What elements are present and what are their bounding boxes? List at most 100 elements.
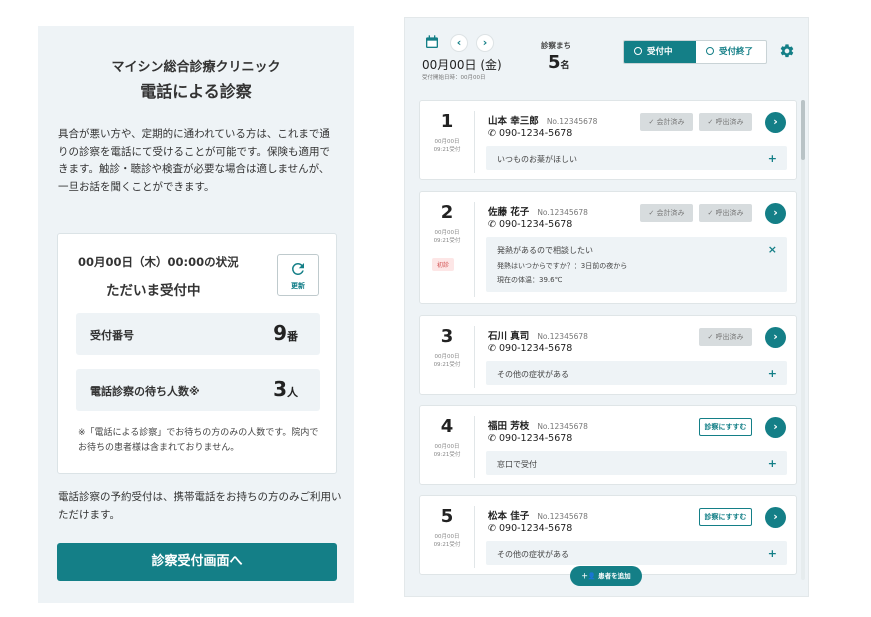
- reception-start-date: 受付開始日時：00月00日: [422, 75, 486, 81]
- called-button[interactable]: ✓ 呼出済み: [699, 204, 752, 222]
- status-datetime: 00月00日（木）00:00の状況: [78, 255, 239, 269]
- waiting-number: 3人: [273, 377, 298, 401]
- divider: [474, 111, 475, 173]
- arrow-right-icon: ›: [773, 330, 778, 343]
- patient-card[interactable]: 1 00月00日 09:21受付 山本 幸三郎 No.12345678 ✆ 090-…: [419, 100, 797, 180]
- check-icon: ✓: [648, 209, 657, 217]
- open-patient-button[interactable]: ›: [765, 417, 786, 438]
- reception-time: 00月00日 09:21受付: [433, 444, 461, 458]
- waiting-label: 診察まち: [541, 41, 571, 50]
- divider: [474, 202, 475, 297]
- open-patient-button[interactable]: ›: [765, 203, 786, 224]
- open-patient-button[interactable]: ›: [765, 507, 786, 528]
- refresh-label: 更新: [291, 282, 305, 290]
- chevron-right-icon: ›: [482, 36, 488, 49]
- patient-name: 山本 幸三郎 No.12345678: [488, 116, 598, 127]
- reception-time: 00月00日 09:21受付: [433, 230, 461, 244]
- called-button[interactable]: ✓ 呼出済み: [699, 328, 752, 346]
- phone-icon: ✆: [488, 433, 499, 444]
- queue-number: 2: [440, 202, 454, 223]
- phone-icon: ✆: [488, 343, 499, 354]
- patient-card[interactable]: 5 00月00日 09:21受付 松本 佳子 No.12345678 ✆ 090-1…: [419, 495, 797, 575]
- paid-button[interactable]: ✓ 会計済み: [640, 204, 693, 222]
- phone-icon: ✆: [488, 128, 499, 139]
- patient-phone: ✆ 090-1234-5678: [488, 128, 573, 139]
- add-patient-button[interactable]: ＋👤 患者を追加: [570, 566, 642, 586]
- first-visit-badge: 初診: [432, 258, 455, 271]
- expand-note-button[interactable]: +: [768, 152, 777, 165]
- gear-icon[interactable]: [779, 43, 795, 59]
- prev-day-button[interactable]: ‹: [450, 34, 468, 52]
- patient-card[interactable]: 2 00月00日 09:21受付 初診 佐藤 花子 No.12345678 ✆ 09…: [419, 191, 797, 304]
- reception-label: 受付番号: [90, 329, 134, 342]
- divider: [474, 326, 475, 388]
- waiting-label: 電話診察の待ち人数※: [90, 385, 200, 398]
- patient-phone: ✆ 090-1234-5678: [488, 343, 573, 354]
- expand-note-button[interactable]: +: [768, 367, 777, 380]
- queue-number: 3: [440, 326, 454, 347]
- current-date: 00月00日 (金): [422, 58, 502, 72]
- patient-name: 石川 真司 No.12345678: [488, 331, 588, 342]
- status-now: ただいま受付中: [106, 283, 201, 299]
- check-icon: ✓: [648, 118, 657, 126]
- symptom-note: その他の症状がある +: [486, 541, 787, 565]
- reservation-note: 電話診察の予約受付は、携帯電話をお持ちの方のみご利用いただけます。: [58, 491, 342, 521]
- patient-card[interactable]: 4 00月00日 09:21受付 福田 芳枝 No.12345678 ✆ 090-1…: [419, 405, 797, 485]
- patient-id: No.12345678: [546, 117, 598, 126]
- patient-name: 松本 佳子 No.12345678: [488, 511, 588, 522]
- collapse-note-button[interactable]: ×: [768, 243, 777, 256]
- called-button[interactable]: ✓ 呼出済み: [699, 113, 752, 131]
- queue-number: 1: [440, 111, 454, 132]
- page-title: 電話による診察: [140, 82, 252, 101]
- patient-info-panel: マイシン総合診療クリニック 電話による診察 具合が悪い方や、定期的に通われている…: [38, 26, 354, 603]
- expand-note-button[interactable]: +: [768, 457, 777, 470]
- calendar-icon[interactable]: [424, 34, 440, 50]
- radio-icon: [634, 47, 642, 55]
- start-consultation-button[interactable]: 診察にすすむ: [699, 418, 752, 436]
- refresh-button[interactable]: 更新: [277, 254, 319, 296]
- chevron-left-icon: ‹: [456, 36, 462, 49]
- toggle-closed[interactable]: 受付終了: [696, 41, 766, 63]
- go-to-reception-button[interactable]: 診察受付画面へ: [57, 543, 337, 581]
- patient-id: No.12345678: [537, 208, 588, 217]
- queue-number: 4: [440, 416, 454, 437]
- add-person-icon: ＋👤: [581, 572, 599, 580]
- paid-button[interactable]: ✓ 会計済み: [640, 113, 693, 131]
- reception-toggle: 受付中 受付終了: [623, 40, 767, 64]
- toggle-open[interactable]: 受付中: [624, 41, 696, 63]
- arrow-right-icon: ›: [773, 420, 778, 433]
- refresh-icon: [292, 263, 304, 275]
- reception-time: 00月00日 09:21受付: [433, 354, 461, 368]
- note-answer-1: 発熱はいつからですか？：3日前の夜から: [497, 262, 628, 270]
- open-patient-button[interactable]: ›: [765, 327, 786, 348]
- note-answer-2: 現在の体温：39.6℃: [497, 276, 563, 284]
- patient-phone: ✆ 090-1234-5678: [488, 433, 573, 444]
- reception-time: 00月00日 09:21受付: [433, 139, 461, 153]
- symptom-note: その他の症状がある +: [486, 361, 787, 385]
- divider: [474, 416, 475, 478]
- patient-name: 福田 芳枝 No.12345678: [488, 421, 588, 432]
- patient-card[interactable]: 3 00月00日 09:21受付 石川 真司 No.12345678 ✆ 090-1…: [419, 315, 797, 395]
- open-patient-button[interactable]: ›: [765, 112, 786, 133]
- next-day-button[interactable]: ›: [476, 34, 494, 52]
- check-icon: ✓: [707, 333, 716, 341]
- start-consultation-button[interactable]: 診察にすすむ: [699, 508, 752, 526]
- phone-icon: ✆: [488, 219, 499, 230]
- symptom-note: 窓口で受付 +: [486, 451, 787, 475]
- scrollbar[interactable]: [801, 100, 805, 580]
- radio-icon: [706, 47, 714, 55]
- symptom-note: 発熱があるので相談したい × 発熱はいつからですか？：3日前の夜から 現在の体温…: [486, 237, 787, 292]
- patient-phone: ✆ 090-1234-5678: [488, 219, 573, 230]
- reception-number-row: 受付番号 9番: [76, 313, 320, 355]
- patient-id: No.12345678: [537, 422, 588, 431]
- clinic-name: マイシン総合診療クリニック: [111, 60, 281, 75]
- expand-note-button[interactable]: +: [768, 547, 777, 560]
- waiting-count: 5名: [548, 52, 570, 73]
- check-icon: ✓: [707, 209, 716, 217]
- reception-number: 9番: [273, 321, 298, 345]
- arrow-right-icon: ›: [773, 510, 778, 523]
- status-card: 00月00日（木）00:00の状況 ただいま受付中 更新 受付番号 9番 電話診…: [57, 233, 337, 474]
- scrollbar-thumb[interactable]: [801, 100, 805, 160]
- symptom-note: いつものお薬がほしい +: [486, 146, 787, 170]
- waiting-count-row: 電話診察の待ち人数※ 3人: [76, 369, 320, 411]
